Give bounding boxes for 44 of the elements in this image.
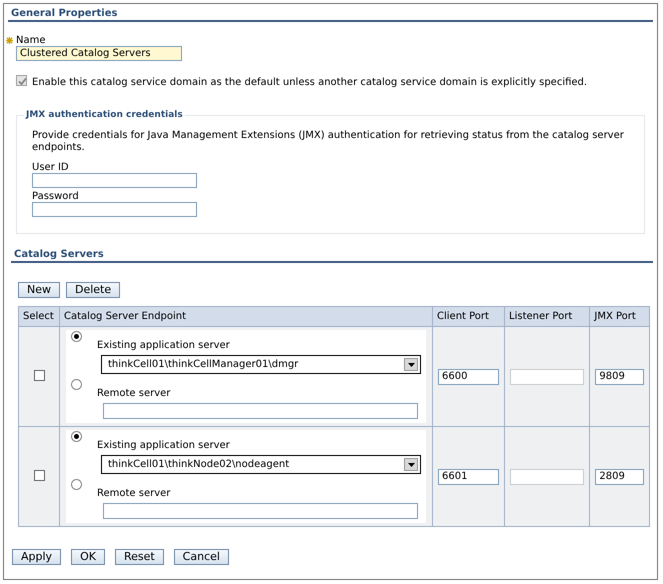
checkbox[interactable]: [34, 470, 44, 481]
radio-label: Existing application server: [97, 440, 230, 452]
radio-button[interactable]: [71, 479, 82, 490]
caret-icon: [408, 362, 414, 366]
column-header: Catalog Server Endpoint: [60, 306, 432, 326]
description-text: Provide credentials for Java Management Extensions (JMX) authentication for retrieving status from the catalog server endpoints.: [32, 130, 625, 154]
port-field[interactable]: 9809: [595, 368, 644, 384]
input-field[interactable]: [103, 503, 418, 519]
form-button[interactable]: Reset: [114, 549, 164, 565]
section-heading: Catalog Servers: [14, 249, 104, 260]
radio-button[interactable]: [71, 331, 82, 342]
column-header: JMX Port: [590, 306, 650, 326]
form-button[interactable]: OK: [71, 549, 105, 565]
form-button[interactable]: Apply: [12, 549, 62, 565]
port-field[interactable]: [510, 368, 584, 384]
port-field[interactable]: [510, 468, 584, 484]
toolbar-button[interactable]: New: [18, 282, 60, 298]
field-label: Name: [16, 35, 46, 46]
panel-legend: JMX authentication credentials: [24, 110, 185, 120]
column-header: Listener Port: [504, 306, 590, 326]
radio-label: Remote server: [97, 488, 170, 500]
input-field[interactable]: [32, 173, 197, 188]
server-dropdown[interactable]: thinkCell01\thinkCellManager01\dmgr: [101, 355, 421, 374]
toolbar-button[interactable]: Delete: [66, 282, 120, 298]
server-dropdown[interactable]: thinkCell01\thinkNode02\nodeagent: [101, 455, 421, 474]
name-field[interactable]: Clustered Catalog Servers: [16, 46, 182, 61]
port-field[interactable]: 2809: [595, 468, 644, 484]
column-header: Select: [18, 306, 60, 326]
checkbox-label: Enable this catalog service domain as the default unless another catalog service domain is explicitly specified.: [32, 77, 588, 88]
caret-icon: [408, 462, 414, 466]
column-header: Client Port: [432, 306, 505, 326]
input-field[interactable]: [103, 403, 418, 419]
section-heading: General Properties: [11, 8, 118, 19]
checkbox[interactable]: [34, 370, 44, 381]
radio-label: Existing application server: [97, 340, 230, 352]
radio-button[interactable]: [71, 379, 82, 390]
radio-label: Remote server: [97, 388, 170, 400]
field-label: Password: [32, 191, 80, 202]
input-field[interactable]: [32, 202, 197, 217]
port-field[interactable]: 6601: [438, 468, 500, 484]
port-field[interactable]: 6600: [438, 368, 500, 384]
form-button[interactable]: Cancel: [174, 549, 229, 565]
field-label: User ID: [32, 162, 70, 173]
radio-button[interactable]: [71, 431, 82, 442]
